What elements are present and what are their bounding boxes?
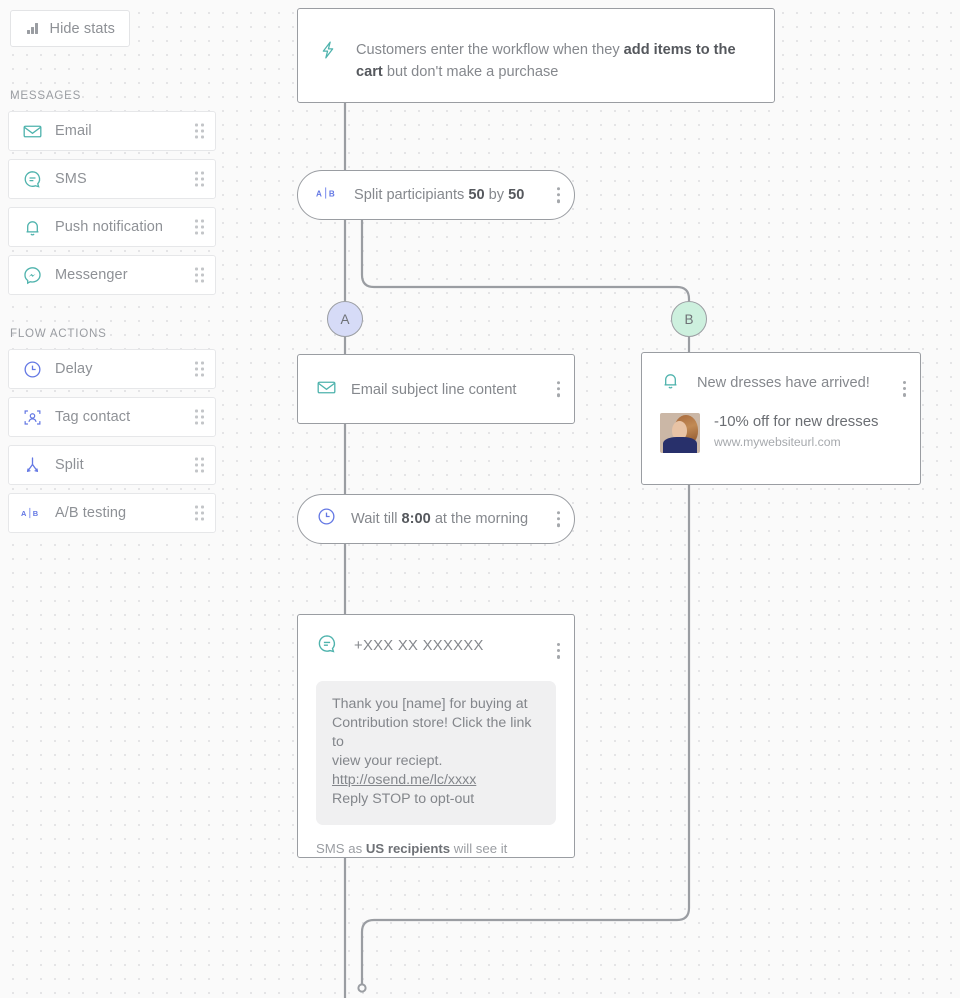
- palette-item-split[interactable]: Split: [8, 445, 216, 485]
- palette-item-label: SMS: [55, 171, 87, 187]
- palette-item-label: Tag contact: [55, 409, 131, 425]
- branch-b-label: B: [684, 311, 694, 327]
- envelope-icon: [21, 120, 43, 142]
- bar-chart-icon: [27, 23, 38, 34]
- left-palette-sidebar: Hide stats MESSAGES Email SMS Push notif…: [0, 0, 228, 998]
- palette-item-label: Messenger: [55, 267, 128, 283]
- drag-handle-icon[interactable]: [195, 505, 204, 521]
- hide-stats-button[interactable]: Hide stats: [10, 10, 130, 47]
- drag-handle-icon[interactable]: [195, 457, 204, 473]
- sms-bubble-icon: [21, 168, 43, 190]
- clock-icon: [21, 358, 43, 380]
- drag-handle-icon[interactable]: [195, 219, 204, 235]
- flow-endpoint-dot: [357, 983, 367, 993]
- section-title-flow-actions: FLOW ACTIONS: [10, 327, 107, 340]
- section-title-messages: MESSAGES: [10, 89, 82, 102]
- hide-stats-label: Hide stats: [49, 20, 115, 37]
- palette-item-sms[interactable]: SMS: [8, 159, 216, 199]
- svg-text:A: A: [21, 509, 27, 518]
- ab-testing-icon: A B: [21, 502, 43, 524]
- drag-handle-icon[interactable]: [195, 123, 204, 139]
- palette-item-ab-testing[interactable]: A B A/B testing: [8, 493, 216, 533]
- drag-handle-icon[interactable]: [195, 409, 204, 425]
- split-icon: [21, 454, 43, 476]
- drag-handle-icon[interactable]: [195, 361, 204, 377]
- bell-icon: [21, 216, 43, 238]
- palette-item-email[interactable]: Email: [8, 111, 216, 151]
- drag-handle-icon[interactable]: [195, 267, 204, 283]
- palette-item-push-notification[interactable]: Push notification: [8, 207, 216, 247]
- palette-item-label: A/B testing: [55, 505, 127, 521]
- drag-handle-icon[interactable]: [195, 171, 204, 187]
- palette-item-delay[interactable]: Delay: [8, 349, 216, 389]
- palette-item-tag-contact[interactable]: Tag contact: [8, 397, 216, 437]
- palette-item-label: Delay: [55, 361, 93, 377]
- workflow-builder-canvas: Hide stats MESSAGES Email SMS Push notif…: [0, 0, 960, 998]
- palette-item-label: Email: [55, 123, 92, 139]
- palette-item-messenger[interactable]: Messenger: [8, 255, 216, 295]
- palette-item-label: Split: [55, 457, 84, 473]
- messenger-icon: [21, 264, 43, 286]
- branch-circle-b[interactable]: B: [671, 301, 707, 337]
- branch-a-label: A: [340, 311, 350, 327]
- branch-circle-a[interactable]: A: [327, 301, 363, 337]
- tag-contact-icon: [21, 406, 43, 428]
- palette-item-label: Push notification: [55, 219, 164, 235]
- svg-text:B: B: [33, 509, 39, 518]
